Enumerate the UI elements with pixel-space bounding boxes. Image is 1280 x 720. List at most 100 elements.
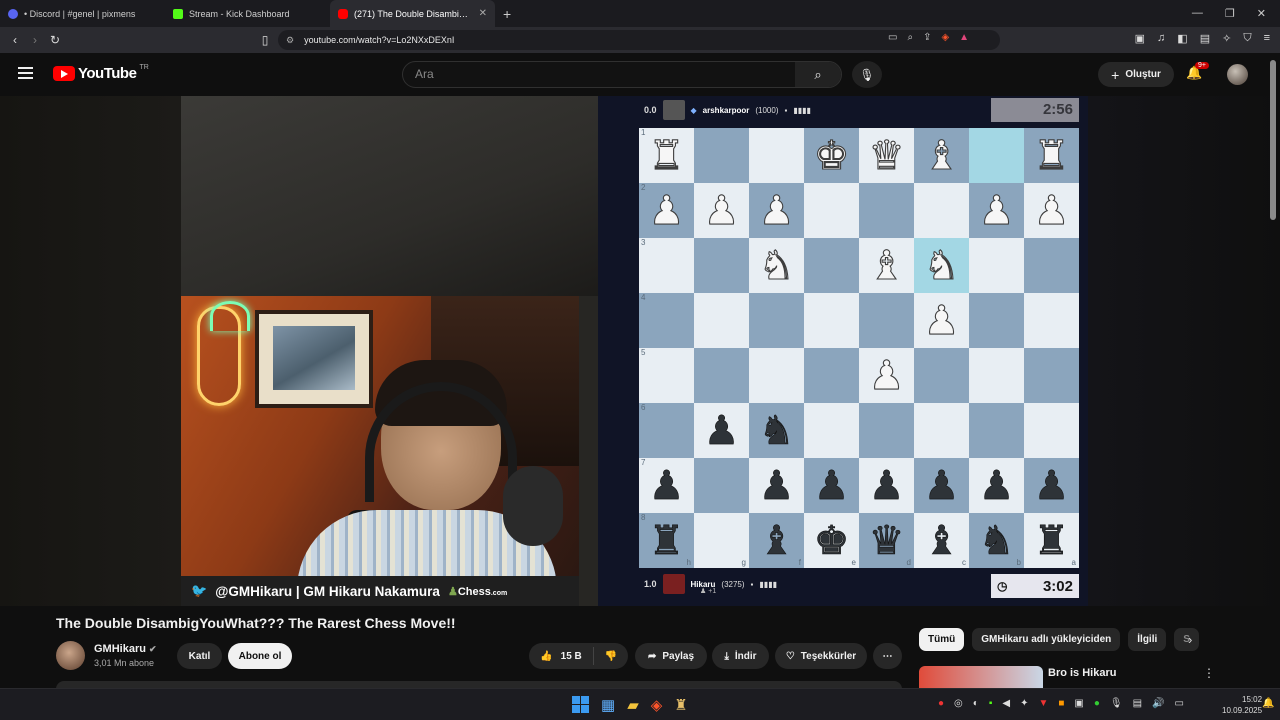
channel-avatar[interactable] [56,641,85,670]
account-avatar[interactable] [1227,64,1248,85]
dislike-button[interactable]: 👎 [594,651,628,662]
menu-icon[interactable]: ≡ [1264,32,1270,45]
search-input[interactable] [415,67,775,81]
close-window-icon[interactable]: ✕ [1257,7,1266,20]
restore-icon[interactable]: ❐ [1225,7,1235,20]
cast-icon[interactable]: ▭ [888,32,897,43]
board-square: ♞ [749,238,804,293]
file-label: a [1071,558,1076,567]
vpn-icon[interactable]: ⛉ [1243,32,1251,45]
voice-search-button[interactable]: 🎙 [852,61,882,88]
tray-app-icon[interactable]: ▣ [1074,698,1083,709]
tab-youtube[interactable]: (271) The Double DisambigYo ✕ [330,0,495,27]
clock[interactable]: 15:02 10.09.2025 [1222,694,1262,716]
app-icon[interactable]: ♜ [674,696,687,714]
white-pawn-icon: ♟ [923,297,960,344]
black-pawn-icon: ♟ [868,462,905,509]
share-arrow-icon: ➦ [647,650,657,662]
top-player-bar: 0.0 ◆ arshkarpoor (1000) ▪ ▮▮▮▮ [644,100,811,120]
tab-discord[interactable]: • Discord | #genel | pixmens [0,0,165,27]
tray-app-icon[interactable]: ◀ [1002,698,1010,709]
volume-icon[interactable]: 🔊 [1152,698,1164,709]
tab-title: (271) The Double DisambigYo [354,8,473,19]
brave-shield-icon[interactable]: ◈ [941,32,949,43]
wallet-icon[interactable]: ▤ [1200,32,1210,45]
chip-more[interactable]: S [1174,628,1199,651]
like-count: 15 B [560,650,582,662]
tray-app-icon[interactable]: ▼ [1038,698,1048,709]
board-square [804,183,859,238]
notifications-button[interactable]: 🔔 9+ [1186,62,1209,81]
board-square [804,403,859,458]
file-label: c [962,558,966,567]
youtube-logo[interactable]: YouTube TR [53,64,149,82]
stream-background [181,96,601,296]
brave-rewards-icon[interactable]: ▲ [959,32,969,43]
tray-app-icon[interactable]: ◎ [954,698,963,709]
chip-related[interactable]: İlgili [1128,628,1167,651]
board-square: ♝ [914,128,969,183]
start-icon[interactable] [572,696,589,713]
board-square [1024,238,1079,293]
time: 15:02 [1242,695,1263,704]
tray-app-icon[interactable]: ■ [1058,698,1064,709]
board-square: ♞ [914,238,969,293]
battery-icon[interactable]: ▭ [1175,698,1184,709]
leo-icon[interactable]: ✧ [1222,32,1231,45]
download-icon: ⤓ [724,650,729,662]
screenshot-icon[interactable]: ▣ [1135,32,1145,45]
like-button[interactable]: 👍 15 B [529,647,594,665]
create-button[interactable]: + Oluştur [1098,62,1174,87]
board-square: ♟ [694,403,749,458]
widgets-icon[interactable]: ▦ [601,696,615,714]
forward-icon[interactable]: › [25,33,45,47]
more-actions-button[interactable]: ⋯ [873,643,902,669]
black-pawn-icon: ♟ [758,462,795,509]
download-button[interactable]: ⤓ İndir [712,643,769,669]
more-vert-icon[interactable]: ⋮ [1203,666,1215,680]
chip-from-uploader[interactable]: GMHikaru adlı yükleyiciden [972,628,1121,651]
brave-browser-icon[interactable]: ◈ [651,696,663,714]
region-code: TR [139,64,149,71]
tray-app-icon[interactable]: ● [1094,698,1100,709]
reload-icon[interactable]: ↻ [45,33,65,47]
back-icon[interactable]: ‹ [5,33,25,47]
site-settings-icon[interactable]: ⚙ [286,35,294,46]
like-dislike-group: 👍 15 B 👎 [529,643,628,669]
zoom-icon[interactable]: ⌕ [907,32,913,43]
join-button[interactable]: Katıl [177,643,222,669]
file-explorer-icon[interactable]: ▰ [627,696,639,714]
share-button[interactable]: ➦ Paylaş [635,643,707,669]
tray-app-icon[interactable]: ▪ [989,698,993,709]
tab-kick[interactable]: Stream - Kick Dashboard [165,0,330,27]
chesscom-pawn-icon: ♟ [447,585,458,598]
mic-tray-icon[interactable]: 🎙 [1110,698,1123,709]
thanks-button[interactable]: ♡ Teşekkürler [775,643,867,669]
new-tab-button[interactable]: + [495,6,519,22]
minimize-icon[interactable]: — [1192,7,1203,20]
subscribe-button[interactable]: Abone ol [228,643,292,669]
menu-hamburger-icon[interactable] [18,67,33,79]
search-button[interactable]: ⌕ [795,62,841,87]
recommended-thumbnail[interactable] [919,666,1043,688]
chevron-right-icon[interactable]: › [1188,632,1192,647]
sidebar-icon[interactable]: ◧ [1177,32,1187,45]
network-icon[interactable]: ▤ [1133,698,1142,709]
create-label: Oluştur [1125,69,1161,80]
tray-app-icon[interactable]: ✦ [1020,698,1028,709]
video-player[interactable]: 🐦 @GMHikaru | GM Hikaru Nakamura ♟Chess.… [181,96,1088,606]
steam-icon[interactable]: ◐ [973,698,979,709]
notification-center-icon[interactable]: 🔔 [1262,698,1274,709]
board-square [694,293,749,348]
tray-app-icon[interactable]: ● [938,698,944,709]
channel-name-row[interactable]: GMHikaru ✔ [94,643,157,655]
share-icon[interactable]: ⇪ [923,32,931,43]
music-icon[interactable]: ♫ [1157,32,1165,45]
white-rook-icon: ♜ [648,132,685,179]
chip-all[interactable]: Tümü [919,628,965,651]
page-scrollbar[interactable] [1270,60,1276,220]
bookmark-icon[interactable]: ▯ [255,33,275,47]
recommended-title[interactable]: Bro is Hikaru [1048,667,1116,679]
close-tab-icon[interactable]: ✕ [479,8,487,19]
related-filter-chips: Tümü GMHikaru adlı yükleyiciden İlgili S [919,628,1199,651]
